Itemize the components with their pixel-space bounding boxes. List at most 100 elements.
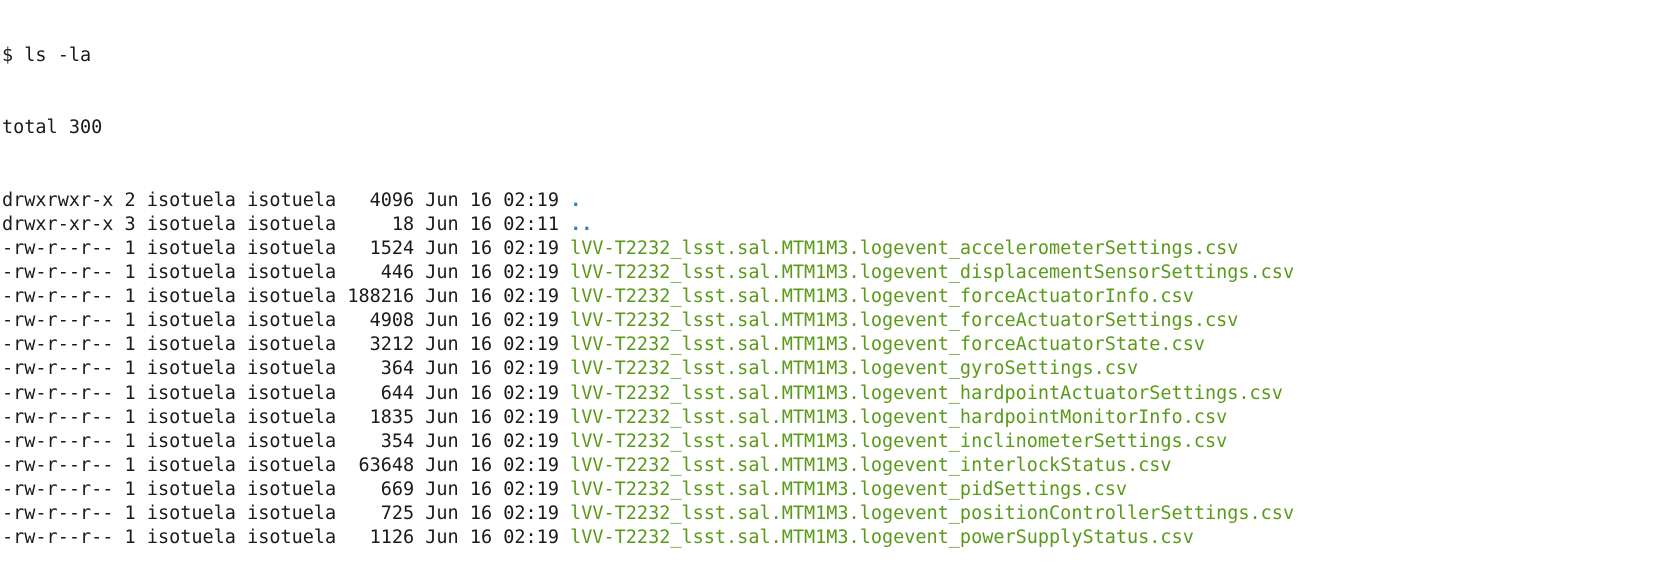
- file-name: lVV-T2232_lsst.sal.MTM1M3.logevent_displ…: [570, 262, 1295, 284]
- entry-time: 02:19: [503, 430, 559, 452]
- entry-owner: isotuela: [146, 502, 236, 524]
- entry-owner: isotuela: [146, 358, 236, 380]
- entry-time: 02:19: [503, 527, 559, 549]
- entry-time: 02:19: [503, 237, 559, 259]
- entry-perm: -rw-r--r--: [2, 454, 114, 476]
- entry-day: 16: [469, 478, 493, 500]
- entry-group: isotuela: [247, 502, 337, 524]
- entry-month: Jun: [425, 286, 459, 308]
- entry-day: 16: [469, 454, 493, 476]
- entry-group: isotuela: [247, 286, 337, 308]
- file-name: lVV-T2232_lsst.sal.MTM1M3.logevent_force…: [570, 334, 1205, 356]
- entry-perm: -rw-r--r--: [2, 430, 114, 452]
- file-entry-row: -rw-r--r-- 1 isotuela isotuela 446 Jun 1…: [2, 261, 1294, 285]
- entry-perm: -rw-r--r--: [2, 262, 114, 284]
- entry-links: 1: [124, 430, 136, 452]
- entry-day: 16: [469, 286, 493, 308]
- file-entry-row: -rw-r--r-- 1 isotuela isotuela 1126 Jun …: [2, 526, 1294, 550]
- entry-owner: isotuela: [146, 310, 236, 332]
- entry-size: 4908: [347, 310, 415, 332]
- entry-month: Jun: [425, 382, 459, 404]
- file-name: lVV-T2232_lsst.sal.MTM1M3.logevent_force…: [570, 286, 1194, 308]
- entry-time: 02:19: [503, 262, 559, 284]
- entry-day: 16: [469, 213, 493, 235]
- entry-links: 1: [124, 310, 136, 332]
- entry-group: isotuela: [247, 527, 337, 549]
- entry-month: Jun: [425, 454, 459, 476]
- entry-links: 2: [124, 189, 136, 211]
- command-text: ls -la: [24, 45, 92, 67]
- directory-name: ..: [570, 213, 593, 235]
- entry-day: 16: [469, 406, 493, 428]
- entry-time: 02:19: [503, 310, 559, 332]
- entry-size: 1524: [347, 237, 415, 259]
- total-line: total 300: [2, 117, 103, 139]
- entry-month: Jun: [425, 527, 459, 549]
- entry-links: 3: [124, 213, 136, 235]
- entry-perm: -rw-r--r--: [2, 478, 114, 500]
- entry-day: 16: [469, 430, 493, 452]
- entry-links: 1: [124, 478, 136, 500]
- entry-size: 18: [347, 213, 415, 235]
- entry-month: Jun: [425, 478, 459, 500]
- entry-month: Jun: [425, 262, 459, 284]
- file-entry-row: drwxr-xr-x 3 isotuela isotuela 18 Jun 16…: [2, 213, 1294, 237]
- entry-group: isotuela: [247, 478, 337, 500]
- entry-perm: drwxr-xr-x: [2, 213, 114, 235]
- file-entry-row: drwxrwxr-x 2 isotuela isotuela 4096 Jun …: [2, 189, 1294, 213]
- entry-time: 02:19: [503, 358, 559, 380]
- terminal-output: $ ls -la total 300 drwxrwxr-x 2 isotuela…: [2, 0, 1294, 574]
- entry-owner: isotuela: [146, 527, 236, 549]
- file-name: lVV-T2232_lsst.sal.MTM1M3.logevent_posit…: [570, 502, 1295, 524]
- entry-day: 16: [469, 334, 493, 356]
- entry-owner: isotuela: [146, 478, 236, 500]
- entry-size: 4096: [347, 189, 415, 211]
- entry-group: isotuela: [247, 454, 337, 476]
- file-entry-row: -rw-r--r-- 1 isotuela isotuela 354 Jun 1…: [2, 430, 1294, 454]
- file-name: lVV-T2232_lsst.sal.MTM1M3.logevent_pidSe…: [570, 478, 1128, 500]
- file-entry-row: -rw-r--r-- 1 isotuela isotuela 1524 Jun …: [2, 237, 1294, 261]
- file-name: lVV-T2232_lsst.sal.MTM1M3.logevent_hardp…: [570, 406, 1228, 428]
- entry-owner: isotuela: [146, 406, 236, 428]
- entry-day: 16: [469, 527, 493, 549]
- file-name: lVV-T2232_lsst.sal.MTM1M3.logevent_force…: [570, 310, 1239, 332]
- entry-group: isotuela: [247, 334, 337, 356]
- entry-time: 02:19: [503, 454, 559, 476]
- entry-time: 02:19: [503, 334, 559, 356]
- file-name: lVV-T2232_lsst.sal.MTM1M3.logevent_power…: [570, 527, 1194, 549]
- file-entry-row: -rw-r--r-- 1 isotuela isotuela 63648 Jun…: [2, 454, 1294, 478]
- entry-group: isotuela: [247, 262, 337, 284]
- entry-month: Jun: [425, 213, 459, 235]
- entry-time: 02:19: [503, 478, 559, 500]
- entry-time: 02:19: [503, 382, 559, 404]
- entry-links: 1: [124, 237, 136, 259]
- entry-group: isotuela: [247, 213, 337, 235]
- entry-links: 1: [124, 502, 136, 524]
- entry-group: isotuela: [247, 406, 337, 428]
- entry-month: Jun: [425, 189, 459, 211]
- entry-group: isotuela: [247, 237, 337, 259]
- entry-day: 16: [469, 237, 493, 259]
- entry-owner: isotuela: [146, 237, 236, 259]
- entry-links: 1: [124, 406, 136, 428]
- entry-links: 1: [124, 286, 136, 308]
- entry-owner: isotuela: [146, 382, 236, 404]
- entry-month: Jun: [425, 430, 459, 452]
- directory-name: .: [570, 189, 582, 211]
- entry-perm: -rw-r--r--: [2, 358, 114, 380]
- entry-group: isotuela: [247, 430, 337, 452]
- entry-group: isotuela: [247, 189, 337, 211]
- entry-owner: isotuela: [146, 286, 236, 308]
- entry-links: 1: [124, 358, 136, 380]
- entry-perm: -rw-r--r--: [2, 237, 114, 259]
- entry-size: 354: [347, 430, 415, 452]
- entry-time: 02:19: [503, 502, 559, 524]
- entry-size: 1835: [347, 406, 415, 428]
- entry-day: 16: [469, 382, 493, 404]
- entry-links: 1: [124, 262, 136, 284]
- file-name: lVV-T2232_lsst.sal.MTM1M3.logevent_gyroS…: [570, 358, 1139, 380]
- entry-day: 16: [469, 189, 493, 211]
- entry-month: Jun: [425, 502, 459, 524]
- entry-day: 16: [469, 262, 493, 284]
- entry-owner: isotuela: [146, 262, 236, 284]
